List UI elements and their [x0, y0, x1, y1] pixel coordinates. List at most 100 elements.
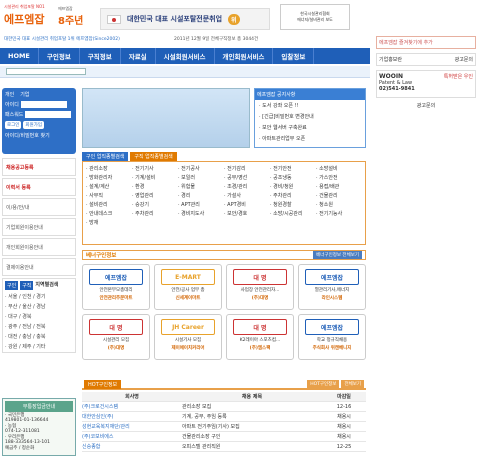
left-menu-post-job[interactable]: 채용공고등록	[2, 158, 76, 176]
nav-library[interactable]: 자료실	[121, 48, 156, 64]
category-item[interactable]: · 방화관리자	[86, 174, 132, 183]
title-cell[interactable]: 기계, 공무, 주임 등록	[182, 413, 322, 420]
site-logo[interactable]: 시설관리 취업포탈 NO1 에프엠잡	[4, 4, 54, 32]
category-item[interactable]: · 용접/배관	[316, 183, 362, 192]
notice-item[interactable]: · 보안 웹서버 구축완료	[255, 122, 365, 133]
category-item[interactable]: · 기계/설비	[132, 174, 178, 183]
table-row[interactable]: (주)크로건시스템 관리소장 모집 12-16	[82, 402, 366, 412]
category-item[interactable]: · 보안/경호	[224, 210, 270, 219]
category-item[interactable]: · 전기감리	[224, 165, 270, 174]
left-menu-payment-guide[interactable]: 결제이용안내	[2, 258, 76, 276]
category-item[interactable]: · 조경/관리	[224, 183, 270, 192]
ad-inquiry-button[interactable]: 광고문의	[455, 56, 473, 63]
banner-job-card[interactable]: 대 명 K2레이아 스포츠컴... (주)엠스팩	[226, 314, 294, 360]
nav-home[interactable]: HOME	[0, 48, 39, 64]
category-item[interactable]: · 청원경찰	[270, 201, 316, 210]
left-menu-guide[interactable]: 이/용/안/내	[2, 198, 76, 216]
category-item[interactable]: · 가스안전	[316, 174, 362, 183]
category-item[interactable]: · 가설사	[224, 192, 270, 201]
category-item[interactable]: · 승강기	[132, 201, 178, 210]
title-cell[interactable]: 아파트 전기주임(기사) 모집	[182, 423, 322, 430]
title-cell[interactable]: 관리소장 모집	[182, 403, 322, 410]
category-item[interactable]: · 안내데스크	[86, 210, 132, 219]
notice-item[interactable]: · [긴급]비밀번호 변경안내	[255, 111, 365, 122]
left-menu-company-guide[interactable]: 기업회원이용안내	[2, 218, 76, 236]
banner-job-card[interactable]: 에프엠잡 안전본부모총데리 안전관리주문마트	[82, 264, 150, 310]
search-input[interactable]	[6, 68, 86, 75]
category-item[interactable]: · 설비관리	[86, 201, 132, 210]
find-account-link[interactable]: 아이디/비밀번호 찾기	[5, 132, 73, 139]
tab-personal[interactable]: 개인	[5, 91, 14, 98]
category-item[interactable]: · APT관리	[178, 201, 224, 210]
banner-job-card[interactable]: 에프엠잡 학교 정규직채용 주식회사 위캔베니지	[298, 314, 366, 360]
region-item[interactable]: · 서울 / 인천 / 경기	[5, 293, 73, 300]
id-input[interactable]	[20, 101, 67, 108]
nav-personal-service[interactable]: 개인회원서비스	[215, 48, 274, 64]
nav-job-offers[interactable]: 구인정보	[39, 48, 80, 64]
favorite-button[interactable]: 에프엠잡 즐겨찾기에 추가	[376, 36, 476, 49]
category-item[interactable]: · 공무/영선	[224, 174, 270, 183]
banner-job-card[interactable]: 대 명 시설관리 모집 (주)대명	[82, 314, 150, 360]
category-item[interactable]: · 공조냉동	[270, 174, 316, 183]
table-row[interactable]: 신승종합 오피스텔 관리직원 12-25	[82, 442, 366, 452]
banner-jobs-more[interactable]: 베너구인정보 전체보기	[313, 251, 362, 259]
company-cell[interactable]: (주)크로건시스템	[82, 403, 182, 410]
nav-bidding[interactable]: 입찰정보	[273, 48, 315, 64]
category-item[interactable]: · 방재	[86, 219, 132, 228]
category-item[interactable]: · 전기공사	[178, 165, 224, 174]
region-item[interactable]: · 광주 / 전남 / 전북	[5, 323, 73, 330]
company-cell[interactable]: 성현교육복지재단/관리	[82, 423, 182, 430]
company-cell[interactable]: 신승종합	[82, 443, 182, 450]
category-item[interactable]: · 관리소장	[86, 165, 132, 174]
region-tab-seek[interactable]: 구직	[20, 281, 34, 290]
left-menu-post-resume[interactable]: 이력서 등록	[2, 178, 76, 196]
top-banner[interactable]: 대한민국 대표 시설포탈전문취업 위	[100, 8, 270, 30]
category-item[interactable]: · 소방설비	[316, 165, 362, 174]
category-item[interactable]: · 경리	[178, 192, 224, 201]
table-row[interactable]: 대한안심인(주) 기계, 공무, 주임 등록 채용시	[82, 412, 366, 422]
category-item[interactable]: · 위험물	[178, 183, 224, 192]
banner-job-card[interactable]: 에프엠잡 열관리기사,에너지 라인시스템	[298, 264, 366, 310]
login-button[interactable]: 로그인	[5, 121, 22, 129]
tab-seek-category[interactable]: 구직 업직종별검색	[130, 152, 177, 161]
region-tab-offer[interactable]: 구인	[5, 281, 19, 290]
category-item[interactable]: · 전기기사	[132, 165, 178, 174]
banner-job-card[interactable]: JH Career 시설기사 모집 제이에이치커리어	[154, 314, 222, 360]
category-item[interactable]: · 주차관리	[132, 210, 178, 219]
notice-item[interactable]: · 도서 강좌 오픈 !!	[255, 100, 365, 111]
ad-inquiry-link[interactable]: 광고문의	[376, 102, 476, 109]
category-item[interactable]: · 청소원	[316, 201, 362, 210]
region-item[interactable]: · 대구 / 경북	[5, 313, 73, 320]
category-item[interactable]: · APT경비	[224, 201, 270, 210]
nav-job-seekers[interactable]: 구직정보	[80, 48, 121, 64]
join-button[interactable]: 회원가입	[23, 121, 44, 129]
region-item[interactable]: · 대전 / 충남 / 충북	[5, 333, 73, 340]
nav-facility-service[interactable]: 시설회원서비스	[156, 48, 215, 64]
title-cell[interactable]: 오피스텔 관리직원	[182, 443, 322, 450]
category-item[interactable]: · 경비/청원	[270, 183, 316, 192]
hot-jobs-more[interactable]: 전체보기	[341, 380, 364, 388]
category-item[interactable]: · 건물관리	[316, 192, 362, 201]
category-item[interactable]: · 사무직	[86, 192, 132, 201]
region-item[interactable]: · 강원 / 제주 / 기타	[5, 343, 73, 350]
association-banner[interactable]: 한국시설관리협회 에너지/설비관리 보도	[280, 4, 350, 30]
title-cell[interactable]: 건물관리소장 구인	[182, 433, 322, 440]
category-item[interactable]: · 전기안전	[270, 165, 316, 174]
category-item[interactable]: · 환경	[132, 183, 178, 192]
banner-job-card[interactable]: E-MART 안전/공사 업무 총 신세계이마트	[154, 264, 222, 310]
category-item[interactable]: · 주차관리	[270, 192, 316, 201]
notice-item[interactable]: · 아파트관리업무 오픈	[255, 133, 365, 144]
category-item[interactable]: · 설계/계산	[86, 183, 132, 192]
table-row[interactable]: 성현교육복지재단/관리 아파트 전기주임(기사) 모집 채용시	[82, 422, 366, 432]
category-item[interactable]: · 전기기능사	[316, 210, 362, 219]
company-cell[interactable]: (주)코보비에스	[82, 433, 182, 440]
hot-jobs-button[interactable]: HOT구인정보	[307, 380, 340, 388]
company-cell[interactable]: 대한안심인(주)	[82, 413, 182, 420]
pw-input[interactable]	[25, 111, 72, 118]
category-item[interactable]: · 경비지도사	[178, 210, 224, 219]
tab-offer-category[interactable]: 구인 업직종별검색	[82, 152, 129, 161]
category-item[interactable]: · 영업관리	[132, 192, 178, 201]
notice-title[interactable]: 에프엠잡 공지사항	[255, 89, 365, 100]
region-item[interactable]: · 부산 / 울산 / 경남	[5, 303, 73, 310]
table-row[interactable]: (주)코보비에스 건물관리소장 구인 채용시	[82, 432, 366, 442]
